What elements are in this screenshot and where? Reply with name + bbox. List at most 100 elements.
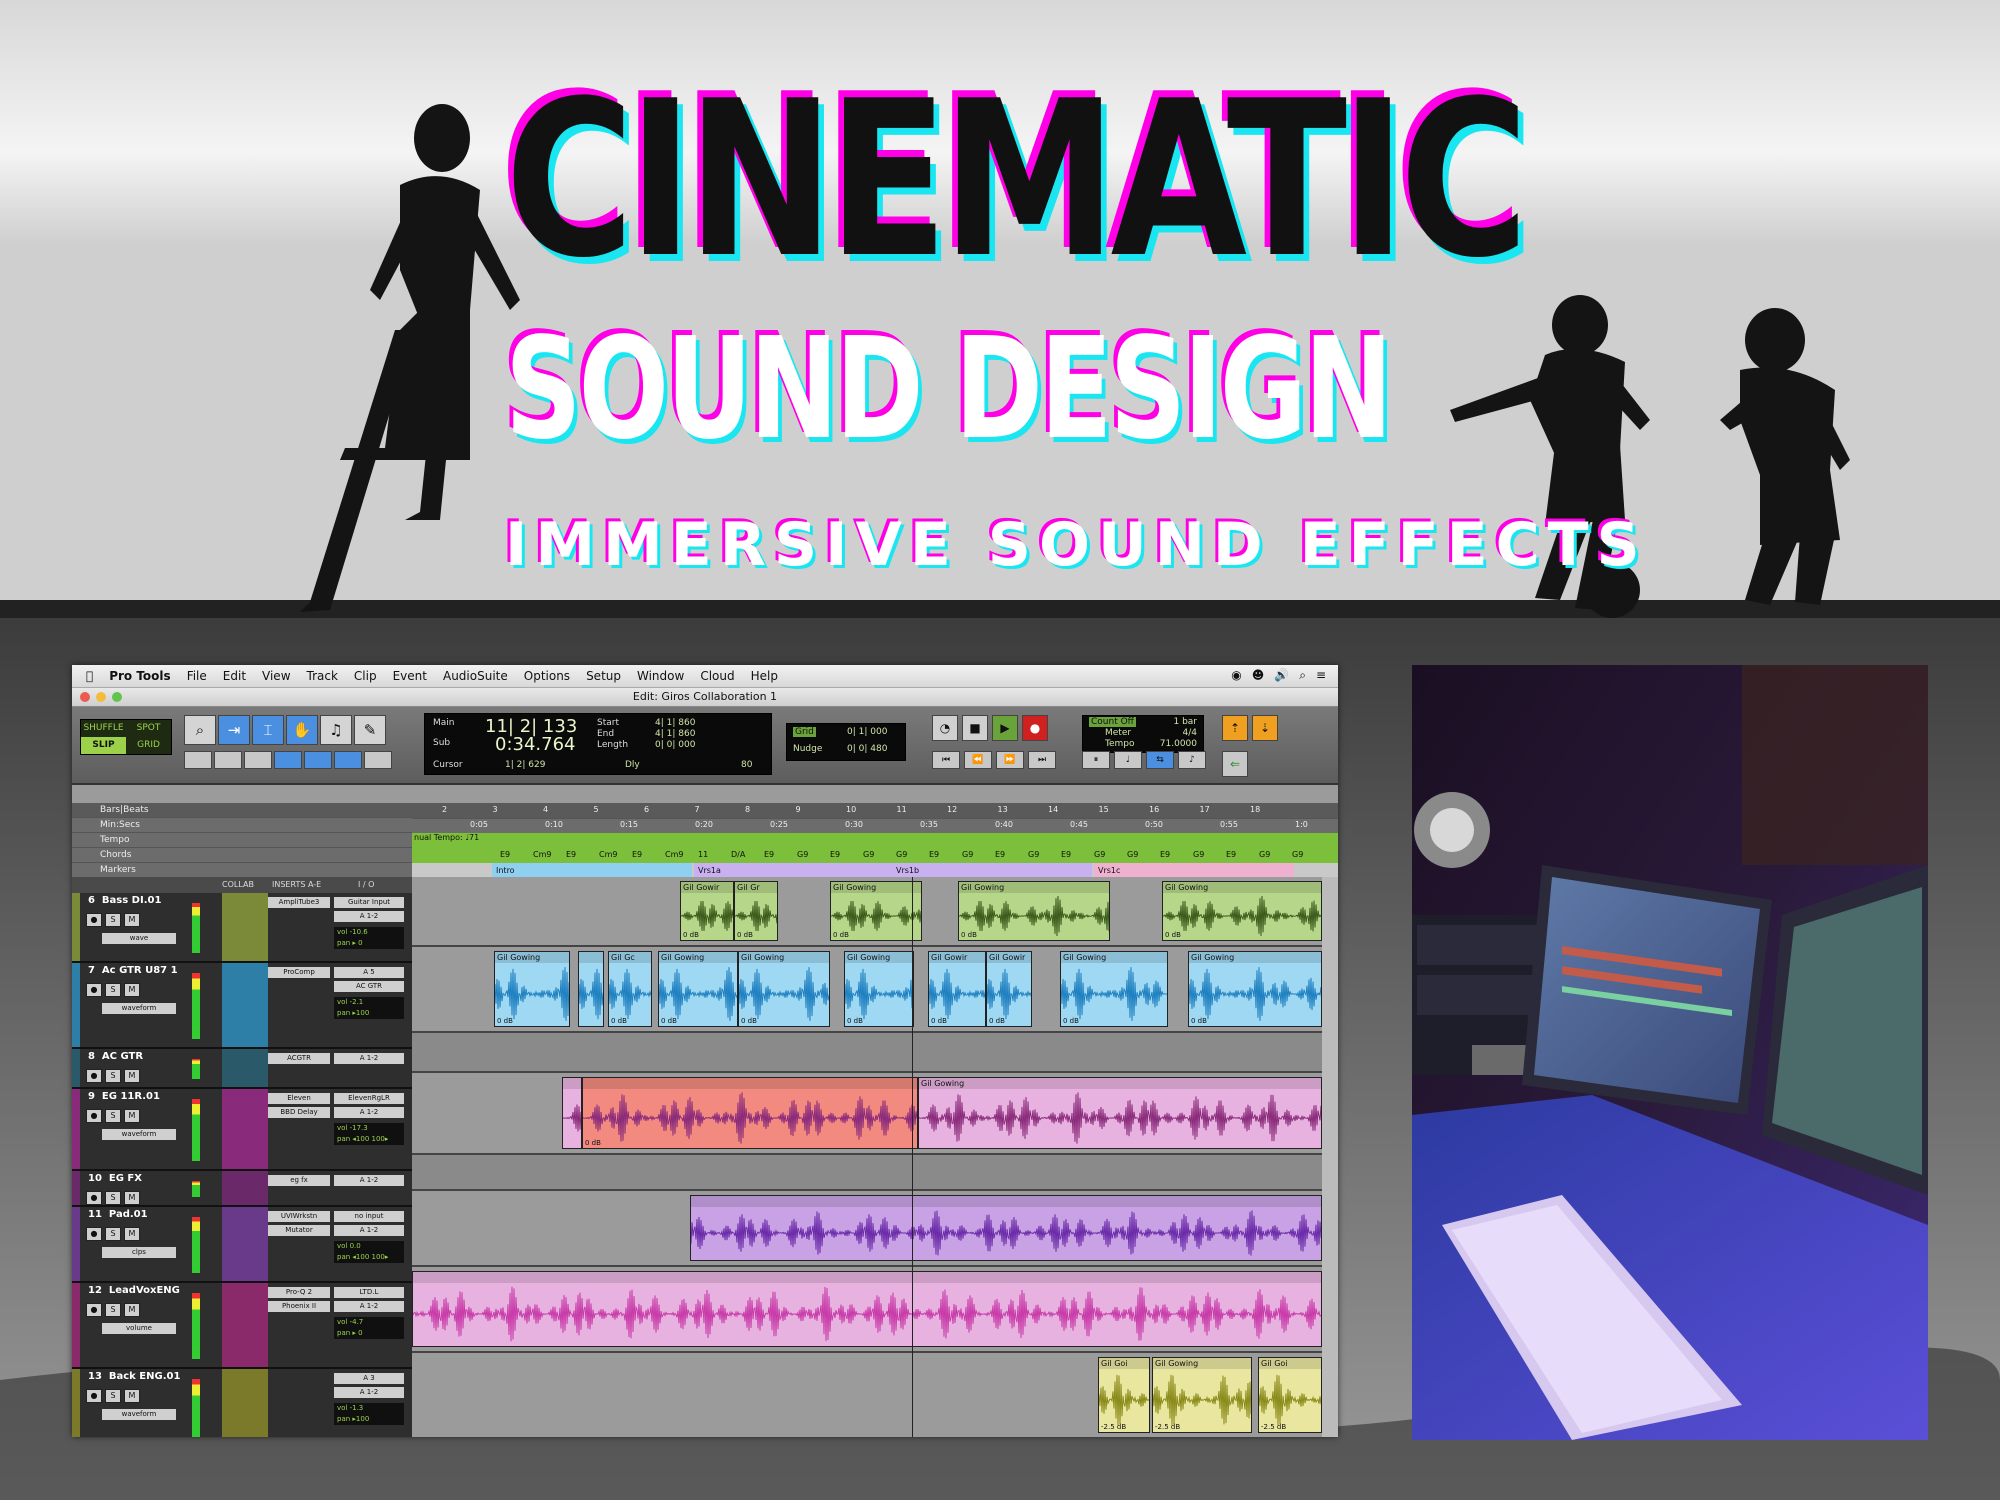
metronome-icon[interactable]: ♩ xyxy=(1114,751,1142,769)
online-icon[interactable]: ◔ xyxy=(932,715,958,741)
track-input-output[interactable]: no input xyxy=(334,1211,404,1222)
chord-marker[interactable]: E9 xyxy=(1226,850,1236,859)
chord-marker[interactable]: G9 xyxy=(962,850,973,859)
delay-label[interactable]: Dly xyxy=(625,760,640,770)
track-lane[interactable] xyxy=(412,1155,1322,1191)
midi-merge-icon[interactable]: ⇆ xyxy=(1146,751,1174,769)
audio-clip[interactable]: Gil Gowing 0 dB xyxy=(738,951,830,1027)
audio-clip[interactable] xyxy=(562,1077,582,1149)
audio-clip[interactable]: Gil Gowing 0 dB xyxy=(830,881,922,941)
menu-edit[interactable]: Edit xyxy=(223,669,246,683)
subtool-6[interactable] xyxy=(334,751,362,769)
back-arrow-button[interactable]: ⇐ xyxy=(1222,751,1248,777)
chords-ruler-label[interactable]: Chords xyxy=(72,848,412,863)
audio-clip[interactable] xyxy=(690,1195,1322,1261)
track-header[interactable]: 6 Bass DI.01 ● S M wave AmpliTube3 Guitar … xyxy=(72,893,412,963)
audio-clip[interactable]: Gil Gowing -2.5 dB xyxy=(1152,1357,1252,1433)
chord-marker[interactable]: G9 xyxy=(1259,850,1270,859)
insert-slot-2[interactable]: BBD Delay xyxy=(268,1107,330,1118)
record-enable-button[interactable]: ● xyxy=(86,1069,102,1083)
nudge-up-button[interactable]: ⇡ xyxy=(1222,715,1248,741)
track-view-selector[interactable]: wave xyxy=(102,933,176,944)
track-name[interactable]: 10 EG FX xyxy=(88,1173,142,1184)
subtool-2[interactable] xyxy=(214,751,242,769)
volume-pan-display[interactable]: vol 0.0 pan ◂100 100▸ xyxy=(334,1241,404,1263)
minimize-button[interactable] xyxy=(96,692,106,702)
track-name[interactable]: 13 Back ENG.01 xyxy=(88,1371,180,1382)
chord-marker[interactable]: G9 xyxy=(1193,850,1204,859)
track-input-output[interactable]: Guitar Input xyxy=(334,897,404,908)
chord-marker[interactable]: E9 xyxy=(995,850,1005,859)
mute-button[interactable]: M xyxy=(124,1191,140,1205)
audio-clip[interactable]: 0 dB xyxy=(582,1077,918,1149)
nudge-down-button[interactable]: ⇣ xyxy=(1252,715,1278,741)
track-header[interactable]: 7 Ac GTR U87 1 ● S M waveform ProComp A 5 … xyxy=(72,963,412,1049)
mute-button[interactable]: M xyxy=(124,1303,140,1317)
count-off-label[interactable]: Count Off xyxy=(1089,717,1136,727)
audio-clip[interactable]: Gil Gowing 0 dB xyxy=(1188,951,1322,1027)
audio-clip[interactable]: Gil Goi -2.5 dB xyxy=(1098,1357,1150,1433)
audio-clip[interactable]: Gil Gowing xyxy=(918,1077,1322,1149)
solo-button[interactable]: S xyxy=(105,1109,121,1123)
track-output[interactable]: A 1-2 xyxy=(334,1301,404,1312)
audio-clip[interactable]: Gil Gowing 0 dB xyxy=(1060,951,1168,1027)
shuffle-mode-button[interactable]: SHUFFLE xyxy=(81,720,126,737)
audio-clip[interactable] xyxy=(412,1271,1322,1347)
chord-marker[interactable]: G9 xyxy=(1292,850,1303,859)
apple-menu-icon[interactable]:  xyxy=(86,669,93,683)
timeline-marker[interactable]: Vrs1b xyxy=(892,863,1092,878)
menu-setup[interactable]: Setup xyxy=(586,669,621,683)
track-view-selector[interactable]: waveform xyxy=(102,1409,176,1420)
track-view-selector[interactable]: volume xyxy=(102,1323,176,1334)
track-view-selector[interactable]: waveform xyxy=(102,1003,176,1014)
chord-marker[interactable]: E9 xyxy=(500,850,510,859)
menu-clip[interactable]: Clip xyxy=(354,669,377,683)
subtool-4[interactable] xyxy=(274,751,302,769)
menu-help[interactable]: Help xyxy=(751,669,778,683)
app-menu[interactable]: Pro Tools xyxy=(109,669,170,683)
timeline-marker[interactable]: Vrs1a xyxy=(694,863,894,878)
nudge-label[interactable]: Nudge xyxy=(793,744,822,754)
record-enable-button[interactable]: ● xyxy=(86,1303,102,1317)
scrub-tool-icon[interactable]: ♫ xyxy=(320,715,352,745)
record-enable-button[interactable]: ● xyxy=(86,1191,102,1205)
record-enable-button[interactable]: ● xyxy=(86,1109,102,1123)
insert-slot-1[interactable]: UVIWrkstn xyxy=(268,1211,330,1222)
chord-marker[interactable]: G9 xyxy=(863,850,874,859)
edit-window-timeline[interactable]: Gil Gowir 0 dB Gil Gr 0 dB Gil Gowing 0 dB… xyxy=(412,877,1322,1437)
track-output[interactable]: A 1-2 xyxy=(334,1225,404,1236)
menu-options[interactable]: Options xyxy=(524,669,570,683)
wait-for-note-icon[interactable]: ⏸ xyxy=(1082,751,1110,769)
audio-clip[interactable]: Gil Goi -2.5 dB xyxy=(1258,1357,1322,1433)
track-name[interactable]: 6 Bass DI.01 xyxy=(88,895,161,906)
menu-file[interactable]: File xyxy=(187,669,207,683)
bars-ruler-label[interactable]: Bars|Beats xyxy=(72,803,412,818)
track-input-output[interactable]: LTD.L xyxy=(334,1287,404,1298)
insert-slot-1[interactable]: AmpliTube3 xyxy=(268,897,330,908)
mute-button[interactable]: M xyxy=(124,1069,140,1083)
start-value[interactable]: 4| 1| 860 xyxy=(655,718,695,728)
audio-clip[interactable]: Gil Gowing 0 dB xyxy=(844,951,914,1027)
length-value[interactable]: 0| 0| 000 xyxy=(655,740,695,750)
mute-button[interactable]: M xyxy=(124,1227,140,1241)
track-header[interactable]: 10 EG FX ● S M eg fx A 1-2 xyxy=(72,1171,412,1207)
grabber-tool-icon[interactable]: ✋ xyxy=(286,715,318,745)
chord-marker[interactable]: G9 xyxy=(1094,850,1105,859)
insert-slot-1[interactable]: ProComp xyxy=(268,967,330,978)
timeline-marker[interactable]: Vrs1c xyxy=(1094,863,1294,878)
zoom-button[interactable] xyxy=(112,692,122,702)
solo-button[interactable]: S xyxy=(105,983,121,997)
solo-button[interactable]: S xyxy=(105,1389,121,1403)
menu-event[interactable]: Event xyxy=(393,669,427,683)
min-secs-ruler-label[interactable]: Min:Secs xyxy=(72,818,412,833)
track-header[interactable]: 11 Pad.01 ● S M clps UVIWrkstn Mutator no … xyxy=(72,1207,412,1283)
stop-button[interactable]: ■ xyxy=(962,715,988,741)
track-view-selector[interactable]: waveform xyxy=(102,1129,176,1140)
audio-clip[interactable]: Gil Gr 0 dB xyxy=(734,881,778,941)
pencil-tool-icon[interactable]: ✎ xyxy=(354,715,386,745)
subtool-7[interactable] xyxy=(364,751,392,769)
rewind-icon[interactable]: ⏪ xyxy=(964,751,992,769)
chord-marker[interactable]: D/A xyxy=(731,850,745,859)
solo-button[interactable]: S xyxy=(105,1227,121,1241)
grid-label[interactable]: Grid xyxy=(793,727,816,737)
